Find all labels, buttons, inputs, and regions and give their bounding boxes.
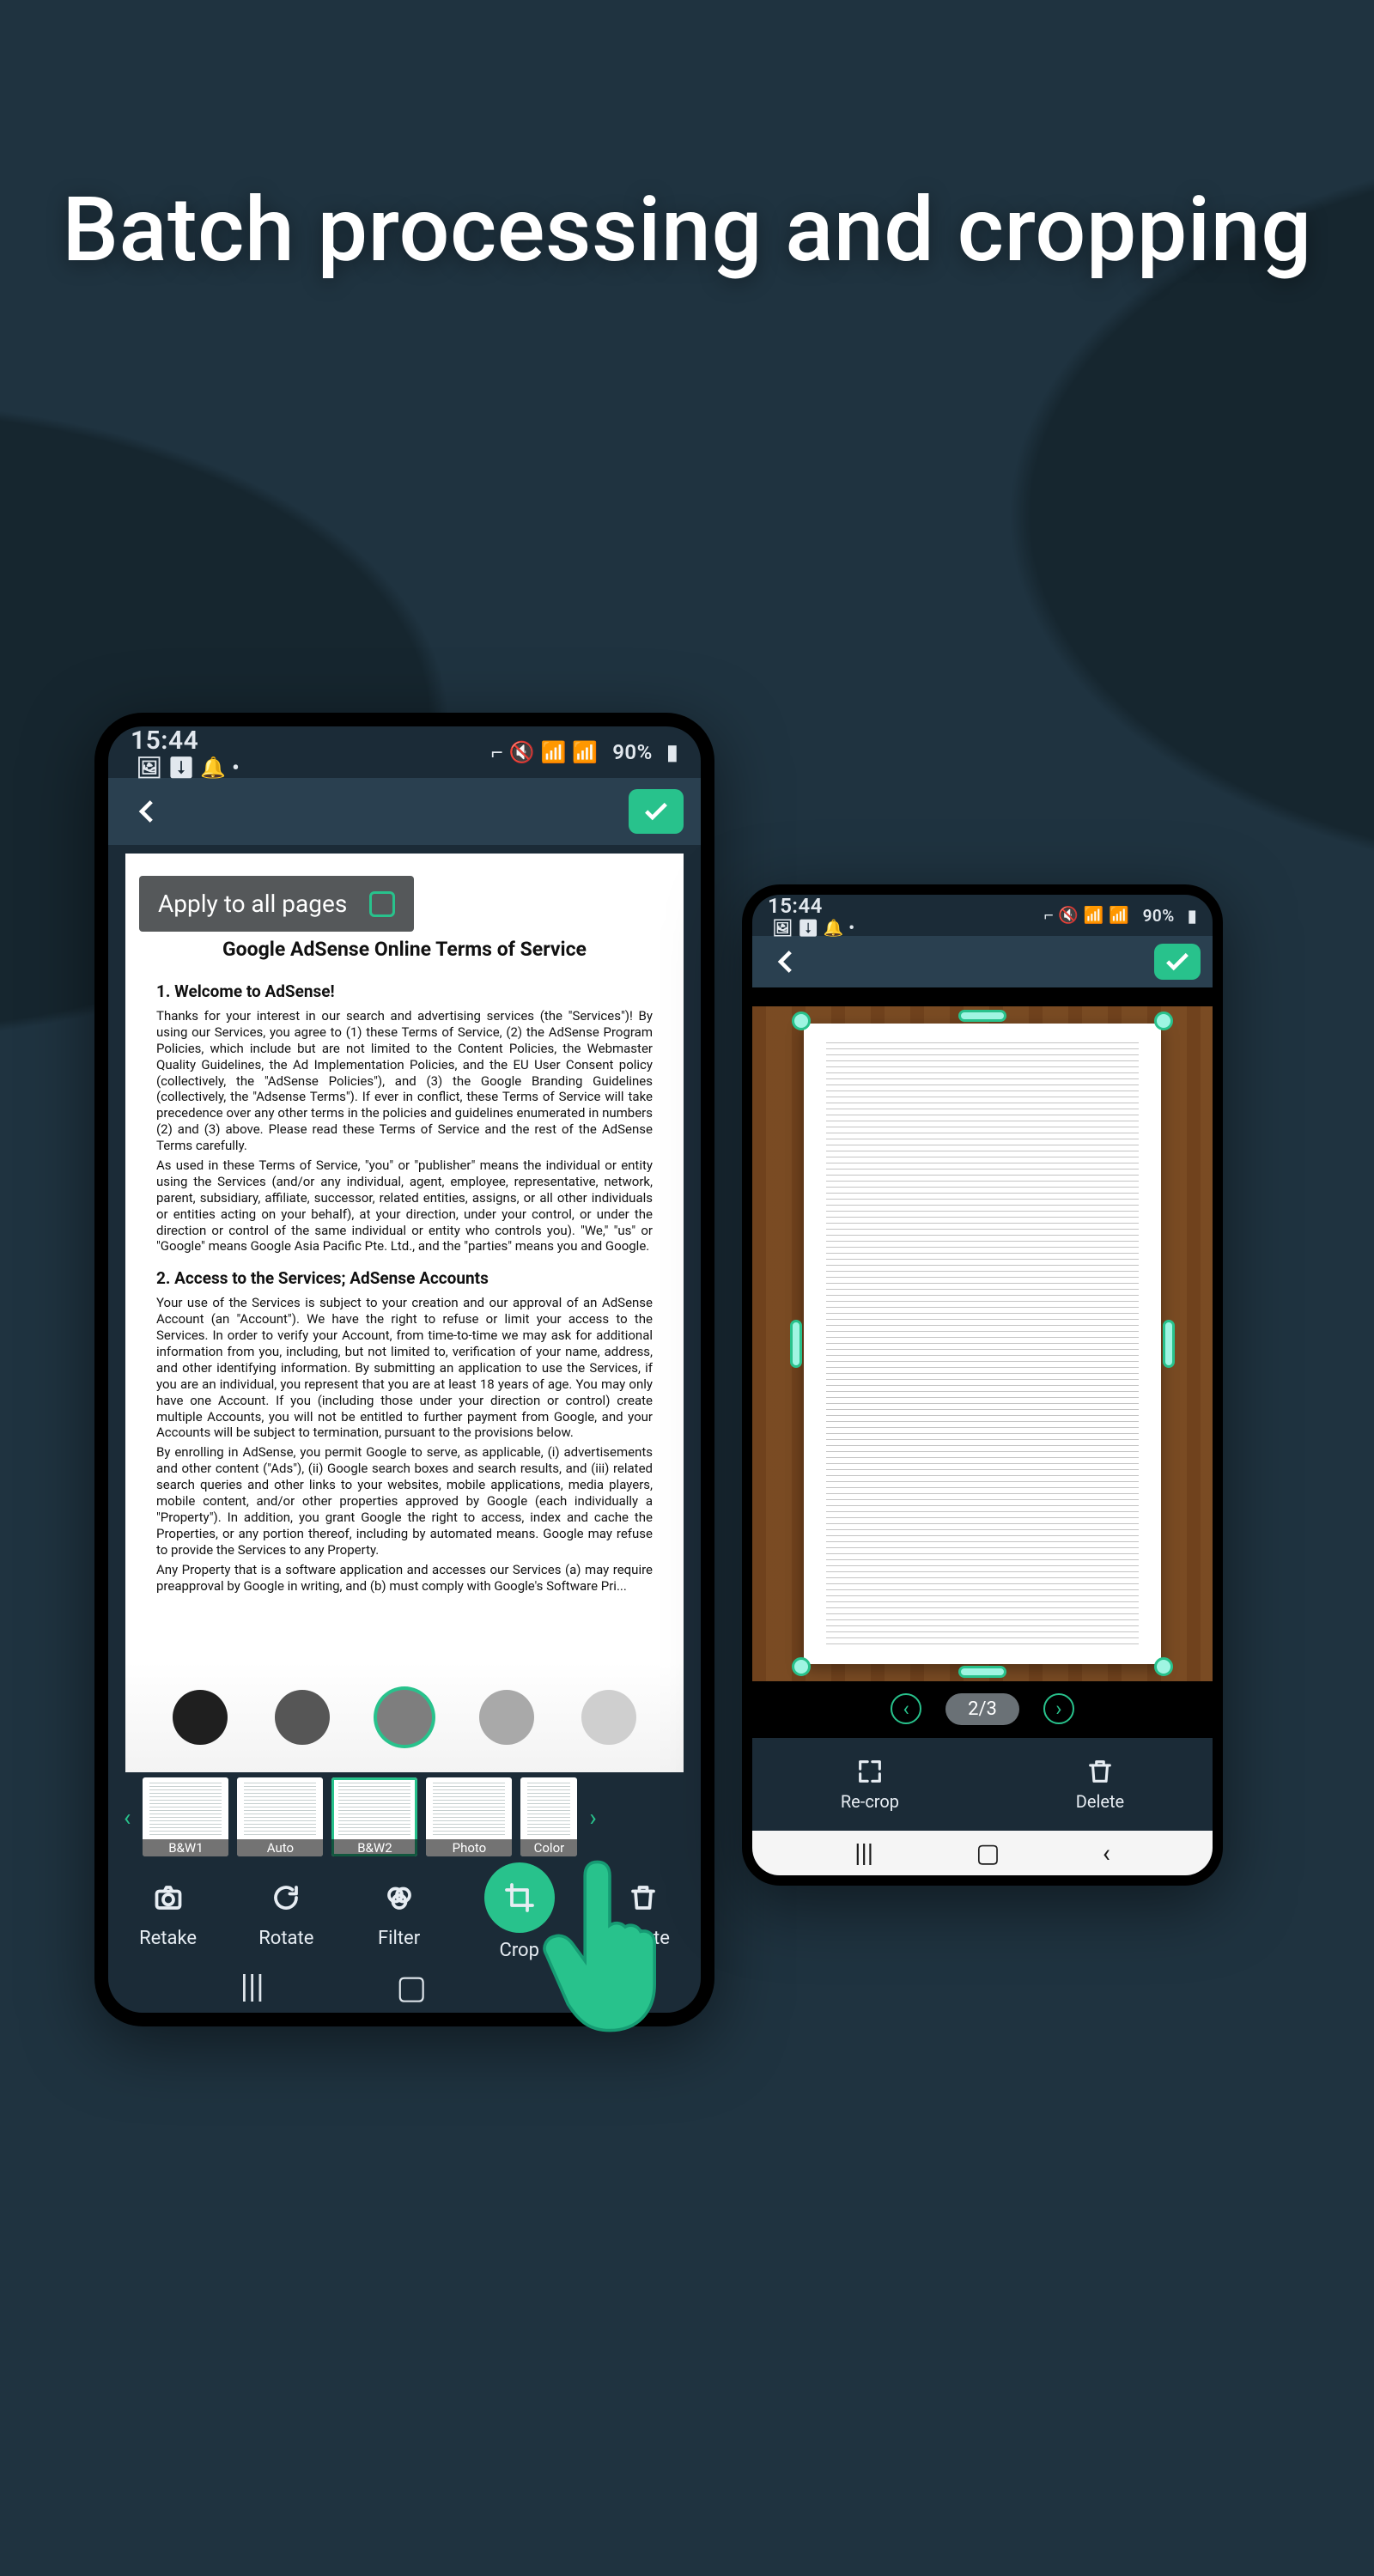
filter-bw1[interactable]: B&W1 bbox=[143, 1777, 228, 1856]
crop-handle-right[interactable] bbox=[1163, 1320, 1175, 1368]
android-status-bar: 15:44 🖼 ⬇ 🔔 • ⌐ 🔇 📶 📶 90% ▮ bbox=[752, 895, 1213, 936]
apply-all-chip[interactable]: Apply to all pages bbox=[139, 876, 414, 932]
tool-retake-label: Retake bbox=[139, 1928, 197, 1949]
check-icon bbox=[1163, 947, 1192, 976]
filter-prev[interactable]: ‹ bbox=[120, 1803, 134, 1832]
filter-bw2[interactable]: B&W2 bbox=[331, 1777, 417, 1856]
filter-bw2-label: B&W2 bbox=[331, 1839, 417, 1856]
nav-back[interactable]: ‹ bbox=[1103, 1838, 1110, 1868]
tool-rotate-label: Rotate bbox=[258, 1928, 313, 1949]
crop-handle-br[interactable] bbox=[1154, 1657, 1173, 1676]
bottom-toolbar: Retake Rotate Filter Crop Delete bbox=[108, 1862, 701, 1961]
confirm-button[interactable] bbox=[629, 789, 684, 834]
crop-handle-tl[interactable] bbox=[792, 1012, 811, 1030]
marketing-headline: Batch processing and cropping bbox=[0, 146, 1374, 316]
trash-icon bbox=[1085, 1757, 1115, 1786]
apply-all-checkbox[interactable] bbox=[369, 891, 395, 917]
tool-filter[interactable]: Filter bbox=[376, 1874, 423, 1949]
android-nav-bar: ||| ▢ ‹ bbox=[752, 1831, 1213, 1875]
filter-bw1-label: B&W1 bbox=[143, 1839, 228, 1856]
expand-icon bbox=[855, 1757, 885, 1786]
status-clock: 15:44 🖼 ⬇ 🔔 • bbox=[768, 895, 855, 938]
crop-icon bbox=[504, 1882, 535, 1913]
crop-handle-bottom[interactable] bbox=[958, 1666, 1006, 1678]
check-icon bbox=[641, 797, 671, 826]
doc-p2: Your use of the Services is subject to y… bbox=[156, 1295, 653, 1441]
doc-p1: Thanks for your interest in our search a… bbox=[156, 1008, 653, 1154]
apply-all-label: Apply to all pages bbox=[158, 890, 347, 918]
tool-crop-label: Crop bbox=[500, 1940, 539, 1961]
tool-rotate[interactable]: Rotate bbox=[258, 1874, 313, 1949]
tool-filter-label: Filter bbox=[378, 1928, 420, 1949]
app-top-bar bbox=[108, 778, 701, 845]
nav-back[interactable]: ‹ bbox=[559, 1968, 568, 2006]
nav-home[interactable]: ▢ bbox=[976, 1838, 1000, 1868]
crop-handle-bl[interactable] bbox=[792, 1657, 811, 1676]
pager-indicator: 2/3 bbox=[945, 1693, 1019, 1725]
action-recrop[interactable]: Re-crop bbox=[841, 1757, 899, 1812]
crop-canvas[interactable]: ‹ 2/3 › bbox=[752, 987, 1213, 1738]
intensity-row bbox=[125, 1662, 684, 1772]
filter-photo-label: Photo bbox=[426, 1839, 512, 1856]
filter-auto[interactable]: Auto bbox=[237, 1777, 323, 1856]
intensity-5[interactable] bbox=[581, 1690, 636, 1745]
back-button[interactable] bbox=[764, 939, 809, 984]
phone-mockup-primary: 15:44 🖼 ⬇ 🔔 • ⌐ 🔇 📶 📶 90% ▮ Apply to all… bbox=[94, 713, 714, 2026]
nav-recents[interactable]: ||| bbox=[854, 1838, 873, 1868]
doc-p4: Any Property that is a software applicat… bbox=[156, 1562, 653, 1595]
trash-icon bbox=[628, 1882, 659, 1913]
document-preview[interactable]: Apply to all pages Google AdSense Online… bbox=[125, 854, 684, 1772]
crop-handle-top[interactable] bbox=[958, 1010, 1006, 1022]
android-nav-bar: ||| ▢ ‹ bbox=[108, 1961, 701, 2013]
intensity-1[interactable] bbox=[173, 1690, 228, 1745]
tool-retake[interactable]: Retake bbox=[139, 1874, 197, 1949]
doc-title: Google AdSense Online Terms of Service bbox=[156, 938, 653, 961]
camera-icon bbox=[153, 1882, 184, 1913]
doc-p1b: As used in these Terms of Service, "you"… bbox=[156, 1157, 653, 1255]
scanned-page bbox=[804, 1024, 1161, 1664]
doc-p3: By enrolling in AdSense, you permit Goog… bbox=[156, 1444, 653, 1558]
status-right-icons: ⌐ 🔇 📶 📶 90% ▮ bbox=[491, 740, 678, 765]
action-delete[interactable]: Delete bbox=[1076, 1757, 1124, 1812]
desk-background bbox=[752, 1006, 1213, 1681]
page-pager: ‹ 2/3 › bbox=[752, 1688, 1213, 1729]
tool-crop[interactable]: Crop bbox=[484, 1862, 555, 1961]
pager-next[interactable]: › bbox=[1043, 1693, 1074, 1724]
intensity-3[interactable] bbox=[377, 1690, 432, 1745]
tool-delete-label: Delete bbox=[617, 1928, 670, 1949]
status-right-icons: ⌐ 🔇 📶 📶 90% ▮ bbox=[1044, 905, 1197, 926]
nav-recents[interactable]: ||| bbox=[240, 1968, 264, 2006]
arrow-left-icon bbox=[133, 797, 162, 826]
crop-handle-left[interactable] bbox=[790, 1320, 802, 1368]
crop-bottom-actions: Re-crop Delete bbox=[752, 1738, 1213, 1831]
app-top-bar bbox=[752, 936, 1213, 987]
confirm-button[interactable] bbox=[1154, 944, 1201, 980]
intensity-2[interactable] bbox=[275, 1690, 330, 1745]
back-button[interactable] bbox=[125, 789, 170, 834]
status-clock: 15:44 🖼 ⬇ 🔔 • bbox=[131, 726, 240, 780]
filter-color-label: Color bbox=[520, 1839, 577, 1856]
document-body: Google AdSense Online Terms of Service 1… bbox=[125, 854, 684, 1765]
crop-handle-tr[interactable] bbox=[1154, 1012, 1173, 1030]
rotate-icon bbox=[271, 1882, 301, 1913]
nav-home[interactable]: ▢ bbox=[396, 1968, 427, 2007]
filter-color[interactable]: Color bbox=[520, 1777, 577, 1856]
pager-prev[interactable]: ‹ bbox=[891, 1693, 921, 1724]
filter-strip: ‹ B&W1 Auto B&W2 Photo Color › bbox=[108, 1772, 701, 1862]
filter-next[interactable]: › bbox=[586, 1803, 599, 1832]
intensity-4[interactable] bbox=[479, 1690, 534, 1745]
phone-mockup-secondary: 15:44 🖼 ⬇ 🔔 • ⌐ 🔇 📶 📶 90% ▮ ‹ bbox=[742, 884, 1223, 1886]
filter-icon bbox=[384, 1882, 415, 1913]
doc-h2: 2. Access to the Services; AdSense Accou… bbox=[156, 1268, 653, 1288]
action-delete-label: Delete bbox=[1076, 1791, 1124, 1812]
filter-auto-label: Auto bbox=[237, 1839, 323, 1856]
arrow-left-icon bbox=[772, 947, 801, 976]
filter-photo[interactable]: Photo bbox=[426, 1777, 512, 1856]
doc-h1: 1. Welcome to AdSense! bbox=[156, 981, 653, 1001]
tool-delete[interactable]: Delete bbox=[617, 1874, 670, 1949]
android-status-bar: 15:44 🖼 ⬇ 🔔 • ⌐ 🔇 📶 📶 90% ▮ bbox=[108, 726, 701, 778]
action-recrop-label: Re-crop bbox=[841, 1791, 899, 1812]
